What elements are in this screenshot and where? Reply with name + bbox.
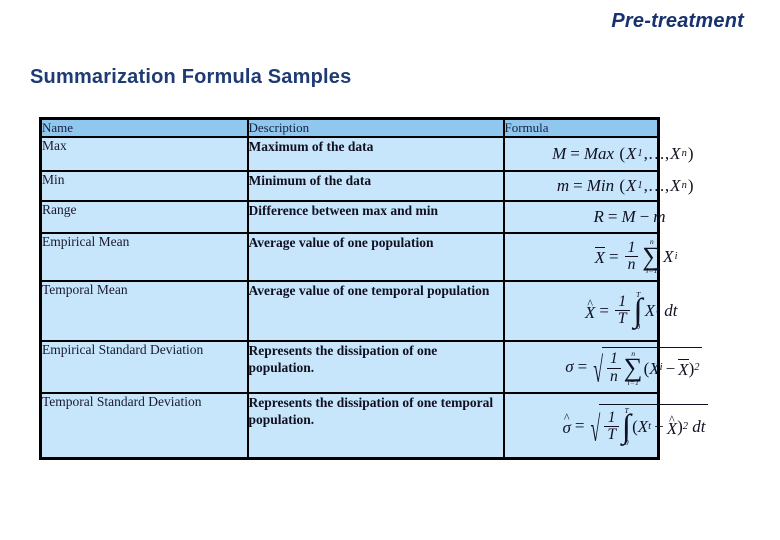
column-header-description: Description xyxy=(246,117,505,138)
row-formula: m = Min (X 1,…, Xn) xyxy=(502,169,694,202)
table-row: Min Minimum of the data m = Min (X 1,…, Xn) xyxy=(39,169,694,202)
row-name: Empirical Standard Deviation xyxy=(39,339,249,394)
table-header-row: Name Description Formula xyxy=(39,117,660,138)
table-row: Temporal Mean Average value of one tempo… xyxy=(39,279,678,342)
row-name: Max xyxy=(39,135,249,172)
row-formula: R = M − m xyxy=(502,199,666,234)
table-row: Range Difference between max and min R = M… xyxy=(39,199,666,234)
formula-max: M = Max (X 1,…, Xn) xyxy=(552,144,694,164)
row-description: Represents the dissipation of one popula… xyxy=(246,339,505,394)
slide-canvas: Pre-treatment Summarization Formula Samp… xyxy=(0,0,780,540)
row-description: Average value of one population xyxy=(246,231,505,282)
formula-empirical-mean: X = 1n n ∑ i=1 Xi xyxy=(594,237,678,276)
row-description: Difference between max and min xyxy=(246,199,505,234)
row-formula: ^ X = 1T T ∫ 0 Xt dt xyxy=(502,279,678,342)
page-title: Summarization Formula Samples xyxy=(30,66,352,88)
row-description: Average value of one temporal population xyxy=(246,279,505,342)
row-name: Range xyxy=(39,199,249,234)
row-formula: M = Max (X 1,…, Xn) xyxy=(502,135,694,172)
formula-empirical-std: σ = √ 1n n ∑ i=1 (X i − X) 2 xyxy=(565,346,702,389)
row-description: Minimum of the data xyxy=(246,169,505,202)
row-name: Empirical Mean xyxy=(39,231,249,282)
formula-range: R = M − m xyxy=(593,207,666,227)
row-description: Represents the dissipation of one tempor… xyxy=(246,391,505,460)
formula-temporal-mean: ^ X = 1T T ∫ 0 Xt dt xyxy=(584,290,678,331)
table-row: Max Maximum of the data M = Max (X 1,…, Xn) xyxy=(39,135,694,172)
row-formula: ^ σ = √ 1T T ∫ 0 (X t − ^ X) 2 dt xyxy=(502,391,708,460)
summarization-formula-table: Name Description Formula Max Maximum of … xyxy=(39,117,708,461)
row-formula: X = 1n n ∑ i=1 Xi xyxy=(502,231,678,282)
formula-min: m = Min (X 1,…, Xn) xyxy=(556,176,694,196)
row-description: Maximum of the data xyxy=(246,135,505,172)
table-row: Temporal Standard Deviation Represents t… xyxy=(39,391,708,460)
formula-temporal-std: ^ σ = √ 1T T ∫ 0 (X t − ^ X) 2 dt xyxy=(562,404,708,449)
pre-treatment-label: Pre-treatment xyxy=(611,10,744,32)
table-row: Empirical Standard Deviation Represents … xyxy=(39,339,702,394)
row-name: Min xyxy=(39,169,249,202)
column-header-formula: Formula xyxy=(502,117,660,138)
row-name: Temporal Mean xyxy=(39,279,249,342)
row-formula: σ = √ 1n n ∑ i=1 (X i − X) 2 xyxy=(502,339,702,394)
row-name: Temporal Standard Deviation xyxy=(39,391,249,460)
column-header-name: Name xyxy=(39,117,249,138)
table-row: Empirical Mean Average value of one popu… xyxy=(39,231,678,282)
